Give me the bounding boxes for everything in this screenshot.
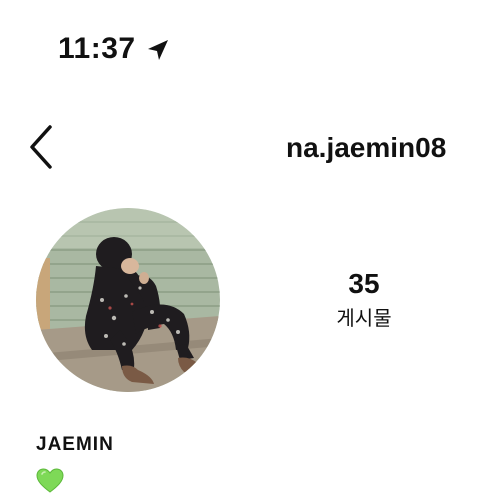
- green-heart-icon: [36, 468, 64, 493]
- status-bar-time: 11:37: [58, 32, 136, 65]
- profile-display-name: JAEMIN: [36, 434, 114, 455]
- posts-stat[interactable]: 35 게시물: [312, 268, 416, 330]
- location-arrow-icon: [148, 40, 168, 60]
- posts-count: 35: [348, 268, 380, 299]
- profile-avatar[interactable]: [36, 208, 220, 392]
- profile-username: na.jaemin08: [286, 132, 447, 163]
- chevron-left-icon: [30, 125, 52, 169]
- back-button[interactable]: [24, 122, 60, 172]
- posts-label: 게시물: [336, 306, 392, 330]
